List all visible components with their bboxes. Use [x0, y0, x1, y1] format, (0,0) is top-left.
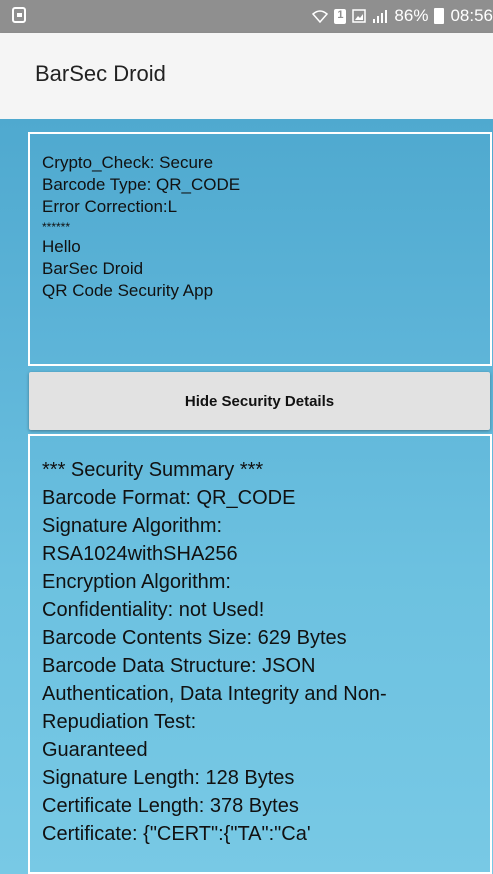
summary-line: Authentication, Data Integrity and Non- [42, 683, 387, 705]
decoded-line: Error Correction:L [42, 197, 178, 216]
decoded-line: Hello [42, 237, 81, 256]
summary-line: Confidentiality: not Used! [42, 599, 265, 621]
app-title: BarSec Droid [35, 61, 166, 86]
summary-line: Barcode Contents Size: 629 Bytes [42, 627, 347, 649]
security-summary-panel: *** Security Summary *** Barcode Format:… [28, 434, 492, 874]
summary-line: Certificate Length: 378 Bytes [42, 795, 299, 817]
summary-line: Certificate: {"CERT":{"TA":"Ca' [42, 823, 311, 845]
decoded-line: BarSec Droid [42, 259, 144, 278]
hide-security-details-button[interactable]: Hide Security Details [29, 372, 490, 430]
summary-line: Encryption Algorithm: [42, 571, 231, 593]
decoded-line: Crypto_Check: Secure [42, 153, 214, 172]
summary-line: Signature Algorithm: [42, 515, 223, 537]
summary-line: Signature Length: 128 Bytes [42, 767, 295, 789]
summary-line: Guaranteed [42, 739, 148, 761]
sim-icon [334, 8, 347, 24]
summary-line: Repudiation Test: [42, 711, 197, 733]
decoded-separator: ****** [42, 220, 71, 234]
decoded-line: QR Code Security App [42, 281, 214, 300]
image-icon [352, 9, 367, 23]
battery-percent: 86% [394, 6, 429, 25]
signal-icon [373, 10, 388, 23]
summary-line: Barcode Data Structure: JSON [42, 655, 316, 677]
summary-line: Barcode Format: QR_CODE [42, 487, 296, 509]
summary-line: RSA1024withSHA256 [42, 543, 238, 565]
content-area: Crypto_Check: Secure Barcode Type: QR_CO… [0, 119, 493, 874]
wifi-icon [312, 10, 329, 23]
status-icons: 86% 08:56 [312, 6, 493, 26]
decoded-content-panel: Crypto_Check: Secure Barcode Type: QR_CO… [28, 132, 492, 366]
app-bar: BarSec Droid [0, 33, 493, 119]
status-bar: 86% 08:56 [0, 0, 493, 33]
summary-line: *** Security Summary *** [42, 459, 264, 481]
clock: 08:56 [450, 6, 493, 25]
battery-icon [434, 8, 445, 24]
notification-icon [12, 7, 26, 23]
decoded-line: Barcode Type: QR_CODE [42, 175, 241, 194]
